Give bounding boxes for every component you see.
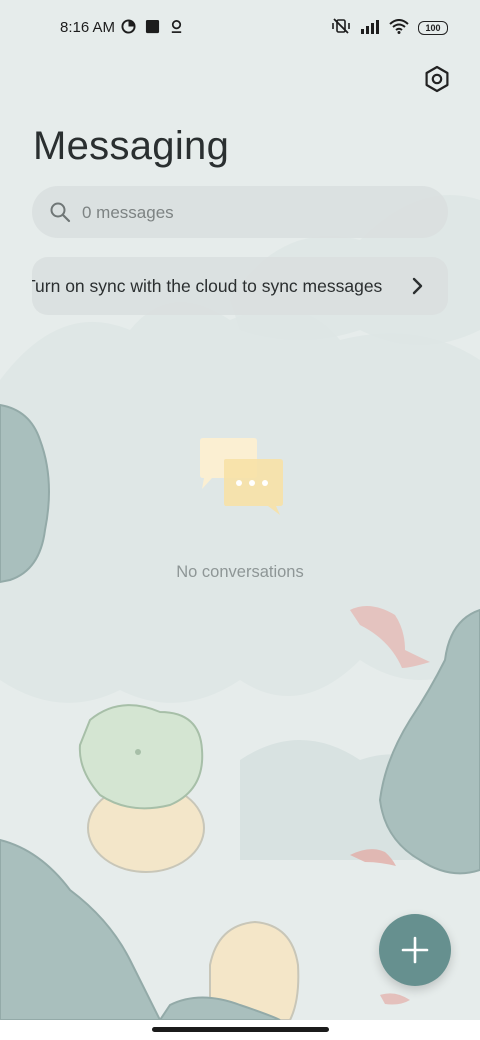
search-placeholder: 0 messages [82, 203, 174, 222]
data-saver-icon [121, 19, 136, 38]
vibrate-off-icon [331, 18, 351, 38]
square-notification-icon [145, 19, 160, 38]
status-right-icons: 100 [331, 18, 448, 38]
battery-icon: 100 [418, 21, 448, 35]
empty-state-text: No conversations [176, 563, 304, 581]
settings-icon [425, 65, 449, 93]
wifi-icon [389, 18, 409, 38]
search-bar[interactable]: 0 messages [32, 186, 448, 238]
page-title: Messaging [33, 124, 230, 168]
settings-button[interactable] [421, 63, 453, 95]
location-pin-icon [169, 19, 184, 38]
sync-banner-text: Turn on sync with the cloud to sync mess… [32, 276, 383, 296]
gesture-handle[interactable] [152, 1027, 329, 1032]
chat-bubbles-icon [196, 437, 286, 517]
new-conversation-button[interactable] [379, 914, 451, 986]
status-bar: 8:16 AM 100 [0, 0, 480, 56]
search-icon [49, 201, 71, 228]
status-left-icons [121, 19, 184, 38]
chevron-right-icon [412, 277, 424, 300]
plus-icon [401, 936, 429, 964]
status-time: 8:16 AM [60, 19, 116, 36]
sync-banner[interactable]: Turn on sync with the cloud to sync mess… [32, 257, 448, 315]
signal-icon [360, 19, 380, 38]
